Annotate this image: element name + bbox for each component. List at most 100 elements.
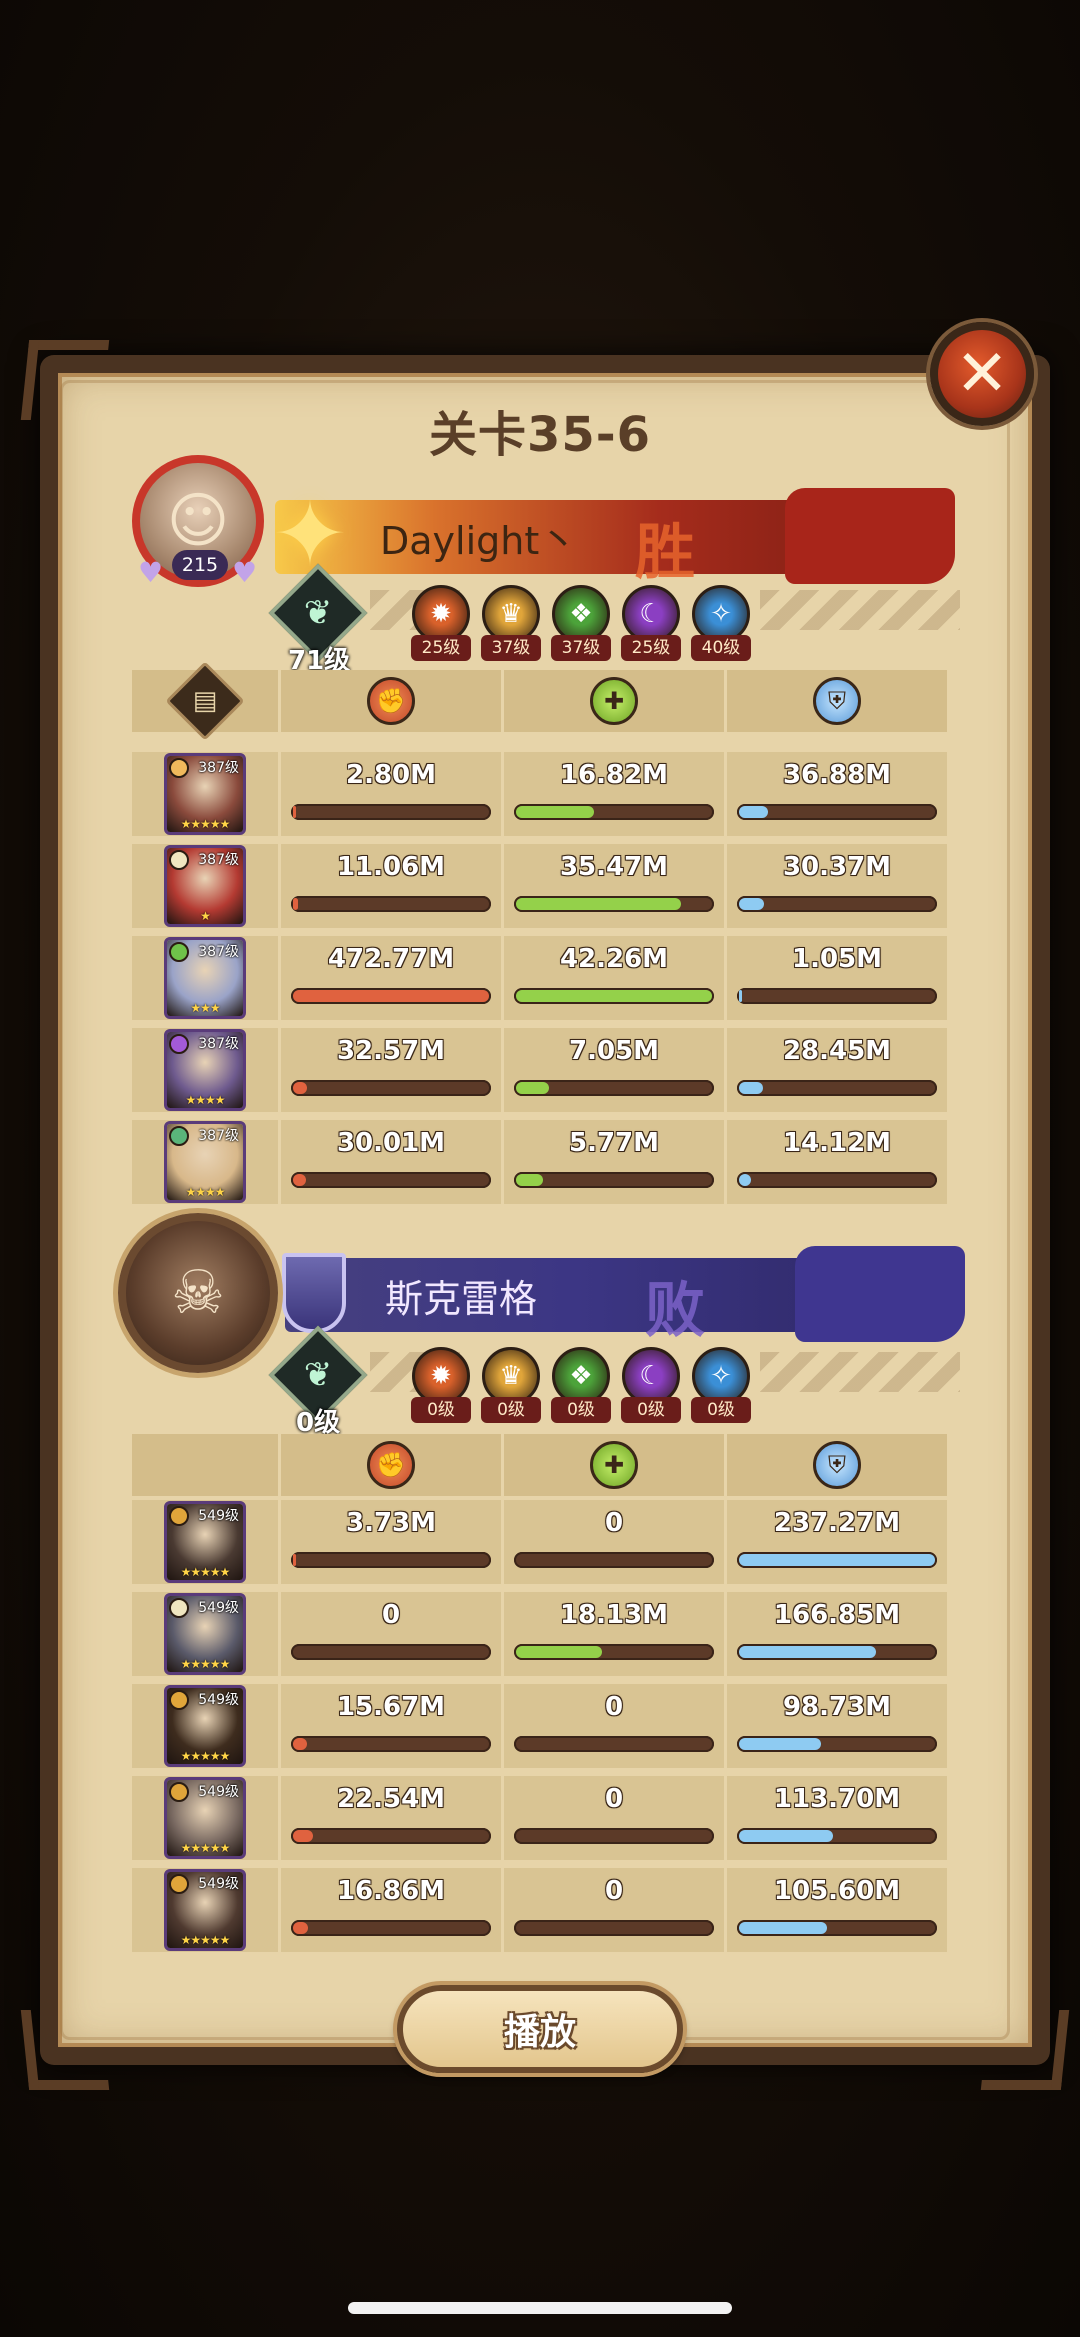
damage-bar [291,1828,491,1844]
damage-value: 30.01M [336,1128,446,1158]
tank-value: 14.12M [782,1128,892,1158]
tank-bar-fill [739,990,742,1002]
hero-portrait[interactable]: 549级 ★★★★★ [164,1777,246,1859]
header-hero-column [132,1434,278,1496]
tank-value: 237.27M [773,1508,901,1538]
hero-portrait[interactable]: 549级 ★★★★★ [164,1869,246,1951]
hero-portrait[interactable]: 387级 ★★★★ [164,1121,246,1203]
hero-faction-badge [169,1782,189,1802]
heal-bar [514,1920,714,1936]
enemy-avatar[interactable]: ☠ [118,1213,278,1373]
home-indicator[interactable] [348,2302,732,2314]
tank-cell: 113.70M [727,1776,947,1860]
hero-portrait[interactable]: 387级 ★★★★ [164,1029,246,1111]
hero-stars: ★★★★ [185,1185,225,1199]
heal-bar [514,988,714,1004]
heal-bar-fill [516,898,681,910]
banner-flag-tail [795,1246,965,1342]
tank-bar-fill [739,1554,935,1566]
tree-icon: ❦ [303,1355,333,1395]
heal-bar-fill [516,1174,544,1186]
tank-icon: ⛨ [813,677,861,725]
heal-value: 7.05M [568,1036,660,1066]
heal-cell: 7.05M [504,1028,724,1112]
hero-portrait[interactable]: 549级 ★★★★★ [164,1593,246,1675]
hero-level: 549级 [198,1784,239,1800]
tank-bar [737,1828,937,1844]
tank-value: 166.85M [773,1600,901,1630]
faction-level: 0级 [691,1397,751,1423]
faction-level: 0级 [411,1397,471,1423]
tank-bar-fill [739,1830,834,1842]
faction-level: 0级 [551,1397,611,1423]
tank-cell: 36.88M [727,752,947,836]
hero-faction-badge [169,850,189,870]
hero-level: 387级 [198,852,239,868]
faction-level: 37级 [551,635,611,661]
tank-cell: 105.60M [727,1868,947,1952]
damage-cell: 15.67M [281,1684,501,1768]
hero-portrait[interactable]: 387级 ★ [164,845,246,927]
damage-bar-fill [293,1738,307,1750]
hero-portrait[interactable]: 387级 ★★★ [164,937,246,1019]
header-heal-column: ✚ [504,1434,724,1496]
damage-value: 2.80M [345,760,437,790]
frame-corner-bottom-right [980,2010,1070,2090]
tank-cell: 1.05M [727,936,947,1020]
tank-value: 36.88M [782,760,892,790]
damage-bar-fill [293,1922,308,1934]
enemy-portrait: ☠ [171,1258,225,1328]
star-crest-icon: ✦ [272,482,348,587]
heal-value: 0 [604,1876,624,1906]
hero-faction-badge [169,1126,189,1146]
hero-portrait[interactable]: 387级 ★★★★★ [164,753,246,835]
hero-level: 387级 [198,944,239,960]
heal-bar [514,1080,714,1096]
damage-bar [291,1644,491,1660]
damage-value: 15.67M [336,1692,446,1722]
frame-corner-bottom-left [20,2010,110,2090]
tank-cell: 98.73M [727,1684,947,1768]
hero-level: 549级 [198,1876,239,1892]
heal-icon: ✚ [590,677,638,725]
tank-bar [737,896,937,912]
heal-cell: 16.82M [504,752,724,836]
heal-value: 5.77M [568,1128,660,1158]
tank-bar [737,804,937,820]
heal-bar-fill [516,1082,550,1094]
enemy-name: 斯克雷格 [385,1276,538,1321]
faction-level: 37级 [481,635,541,661]
play-button[interactable]: 播放 [397,1985,683,2073]
hero-stars: ★★★★★ [180,1841,231,1855]
faction-level: 0级 [481,1397,541,1423]
tank-value: 98.73M [782,1692,892,1722]
hero-portrait[interactable]: 549级 ★★★★★ [164,1501,246,1583]
heal-value: 0 [604,1784,624,1814]
heart-icon: ♥ [232,556,258,589]
heal-value: 18.13M [559,1600,669,1630]
tank-bar [737,1080,937,1096]
damage-icon: ✊ [367,1441,415,1489]
tank-bar [737,1552,937,1568]
tank-value: 1.05M [791,944,883,974]
hero-stars: ★★★★★ [180,1933,231,1947]
heal-bar [514,1644,714,1660]
damage-bar [291,1080,491,1096]
damage-bar [291,988,491,1004]
heal-bar-fill [516,1646,603,1658]
tank-bar [737,1644,937,1660]
hero-stars: ★★★★★ [180,1657,231,1671]
tank-bar [737,1172,937,1188]
damage-bar-fill [293,1554,297,1566]
decor-strip [760,590,960,630]
hero-level: 387级 [198,760,239,776]
hero-level: 387级 [198,1128,239,1144]
tank-bar [737,1920,937,1936]
damage-value: 16.86M [336,1876,446,1906]
damage-bar [291,1172,491,1188]
heal-bar-fill [516,806,595,818]
hero-portrait[interactable]: 549级 ★★★★★ [164,1685,246,1767]
hero-level: 549级 [198,1692,239,1708]
hero-stars: ★★★★★ [180,1749,231,1763]
damage-bar-fill [293,898,298,910]
